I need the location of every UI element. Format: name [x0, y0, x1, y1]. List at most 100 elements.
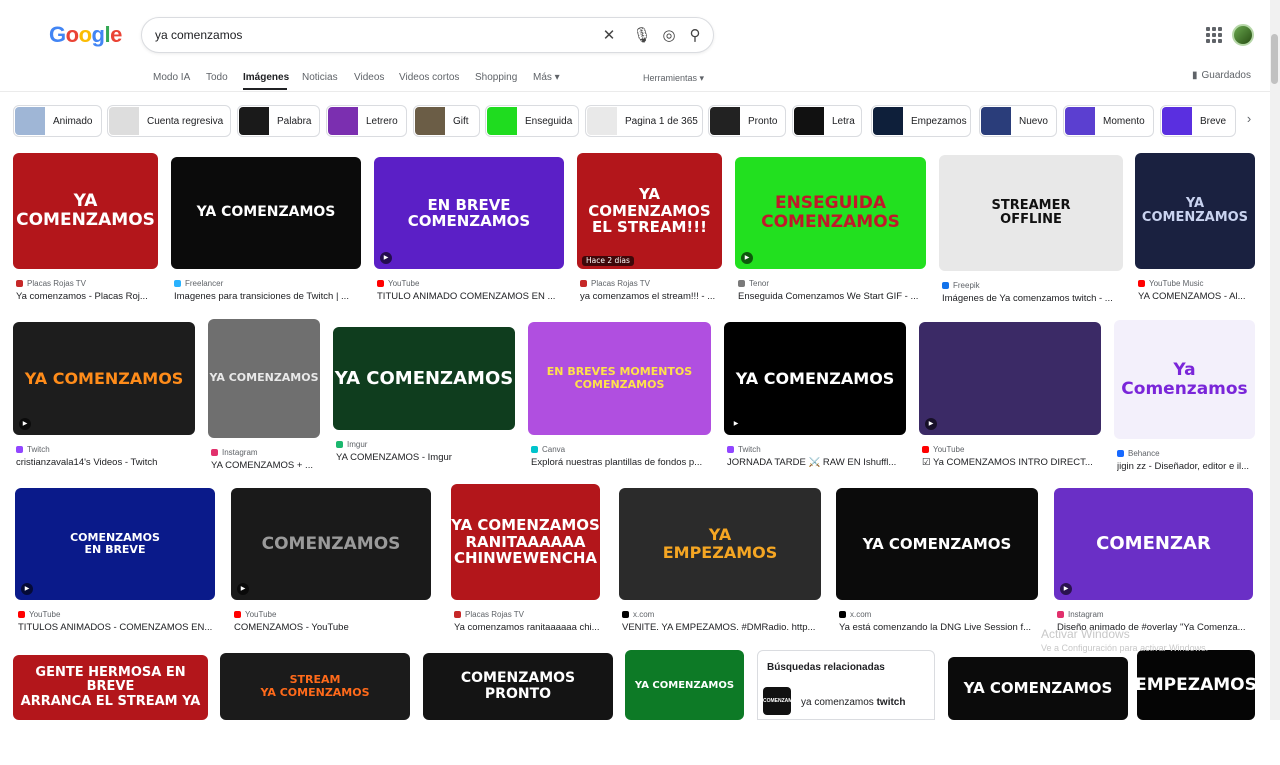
- result-source[interactable]: Instagram: [1057, 610, 1104, 619]
- filter-chip[interactable]: Pronto: [708, 105, 786, 137]
- result-source[interactable]: Placas Rojas TV: [580, 279, 650, 288]
- result-title[interactable]: YA COMENZAMOS - Al...: [1138, 291, 1268, 302]
- result-title[interactable]: cristianzavala14's Videos - Twitch: [16, 457, 208, 468]
- result-title[interactable]: Enseguida Comenzamos We Start GIF - ...: [738, 291, 939, 302]
- image-result[interactable]: YA COMENZAMOS ▶ Twitch cristianzavala14's V…: [13, 322, 195, 480]
- result-thumbnail[interactable]: YA COMENZAMOS: [208, 319, 320, 438]
- result-thumbnail[interactable]: YA COMENZAMOS EL STREAM!!! Hace 2 días: [577, 153, 722, 269]
- tab-noticias[interactable]: Noticias: [302, 72, 338, 83]
- result-thumbnail[interactable]: YA COMENZAMOS: [171, 157, 361, 269]
- related-query[interactable]: ya comenzamos twitch: [801, 697, 905, 708]
- result-title[interactable]: JORNADA TARDE ⚔️ RAW EN Ishuffl...: [727, 457, 919, 468]
- result-title[interactable]: YA COMENZAMOS - Imgur: [336, 452, 528, 463]
- result-thumbnail[interactable]: EN BREVES MOMENTOS COMENZAMOS: [528, 322, 711, 435]
- image-result[interactable]: COMENZAR ▶ Instagram Diseño animado de #ove…: [1054, 488, 1253, 645]
- image-result[interactable]: YA COMENZAMOS: [948, 657, 1128, 765]
- scrollbar[interactable]: [1270, 0, 1280, 720]
- filter-chip[interactable]: Cuenta regresiva: [107, 105, 231, 137]
- image-result[interactable]: EN BREVES MOMENTOS COMENZAMOS Canva Explor…: [528, 322, 711, 480]
- result-title[interactable]: jigin zz - Diseñador, editor e il...: [1117, 461, 1268, 472]
- result-title[interactable]: Ya comenzamos ranitaaaaaa chi...: [454, 622, 613, 633]
- result-thumbnail[interactable]: ENSEGUIDA COMENZAMOS ▶: [735, 157, 926, 269]
- filter-chip[interactable]: Nuevo: [979, 105, 1057, 137]
- google-logo[interactable]: Google: [49, 22, 122, 48]
- scrollbar-thumb[interactable]: [1271, 34, 1278, 84]
- result-source[interactable]: Instagram: [211, 448, 258, 457]
- result-title[interactable]: Imágenes de Ya comenzamos twitch - ...: [942, 293, 1136, 304]
- filter-chip[interactable]: Pagina 1 de 365: [585, 105, 703, 137]
- result-source[interactable]: Twitch: [16, 445, 50, 454]
- result-title[interactable]: COMENZAMOS - YouTube: [234, 622, 444, 633]
- image-result[interactable]: YA COMENZAMOS RANITAAAAAA CHINWEWENCHA Pl…: [451, 484, 600, 645]
- search-icon[interactable]: ⚲: [685, 26, 705, 46]
- mic-icon[interactable]: 🎙: [632, 26, 652, 46]
- result-thumbnail[interactable]: EN BREVE COMENZAMOS ▶: [374, 157, 564, 269]
- tab-modo-ia[interactable]: Modo IA: [153, 72, 190, 83]
- result-source[interactable]: YouTube: [922, 445, 964, 454]
- result-title[interactable]: TITULO ANIMADO COMENZAMOS EN ...: [377, 291, 577, 302]
- result-source[interactable]: YouTube: [377, 279, 419, 288]
- filter-chip[interactable]: Gift: [413, 105, 480, 137]
- image-result[interactable]: YA COMENZAMOS Placas Rojas TV Ya comenzamo…: [13, 153, 158, 314]
- tab-mas[interactable]: Más ▾: [533, 72, 560, 83]
- result-title[interactable]: Ya comenzamos - Placas Roj...: [16, 291, 171, 302]
- filter-chip[interactable]: Breve: [1160, 105, 1236, 137]
- result-title[interactable]: Explorá nuestras plantillas de fondos p.…: [531, 457, 724, 468]
- image-result[interactable]: COMENZAMOS EN BREVE ▶ YouTube TITULOS ANIMA…: [15, 488, 215, 645]
- image-result[interactable]: YA COMENZAMOS ▶ Twitch JORNADA TARDE ⚔️ RAW…: [724, 322, 906, 480]
- tools-menu[interactable]: Herramientas ▾: [643, 73, 704, 84]
- search-input[interactable]: ya comenzamos: [155, 28, 242, 42]
- image-result[interactable]: YA COMENZAMOS YouTube Music YA COMENZAMOS …: [1135, 153, 1255, 314]
- image-result[interactable]: YA COMENZAMOS Instagram YA COMENZAMOS + ..…: [208, 319, 320, 483]
- result-source[interactable]: Behance: [1117, 449, 1160, 458]
- saved-link[interactable]: ▮ Guardados: [1192, 70, 1251, 81]
- image-result[interactable]: ENSEGUIDA COMENZAMOS ▶ Tenor Enseguida Come…: [735, 157, 926, 314]
- result-source[interactable]: Freepik: [942, 281, 980, 290]
- result-thumbnail[interactable]: YA COMENZAMOS: [333, 327, 515, 430]
- result-thumbnail[interactable]: ▶: [919, 322, 1101, 435]
- result-thumbnail[interactable]: STREAMER OFFLINE: [939, 155, 1123, 271]
- image-result[interactable]: STREAMER OFFLINE Freepik Imágenes de Ya co…: [939, 155, 1123, 316]
- result-thumbnail[interactable]: YA COMENZAMOS: [625, 650, 744, 720]
- apps-grid-icon[interactable]: [1206, 27, 1222, 43]
- search-box[interactable]: ya comenzamos ✕ 🎙 ◎ ⚲: [141, 17, 714, 53]
- filter-chip[interactable]: Letrero: [326, 105, 407, 137]
- image-result[interactable]: STREAM YA COMENZAMOS: [220, 653, 410, 765]
- filter-chip[interactable]: Palabra: [237, 105, 320, 137]
- result-thumbnail[interactable]: YA COMENZAMOS: [13, 153, 158, 269]
- image-result[interactable]: GENTE HERMOSA EN BREVE ARRANCA EL STREAM…: [13, 655, 208, 765]
- result-source[interactable]: Freelancer: [174, 279, 223, 288]
- result-source[interactable]: Twitch: [727, 445, 761, 454]
- result-source[interactable]: Canva: [531, 445, 565, 454]
- image-result[interactable]: YA COMENZAMOS: [625, 650, 744, 765]
- result-source[interactable]: Imgur: [336, 440, 367, 449]
- result-title[interactable]: Ya está comenzando la DNG Live Session f…: [839, 622, 1051, 633]
- image-result[interactable]: YA COMENZAMOS Freelancer Imagenes para tra…: [171, 157, 361, 314]
- filter-chip[interactable]: Animado: [13, 105, 102, 137]
- result-title[interactable]: Imagenes para transiciones de Twitch | .…: [174, 291, 374, 302]
- image-result[interactable]: EMPEZAMOS: [1137, 650, 1255, 765]
- tab-videos[interactable]: Videos: [354, 72, 384, 83]
- related-thumb[interactable]: COMENZAMOS: [763, 687, 800, 715]
- image-result[interactable]: YA COMENZAMOS Imgur YA COMENZAMOS - Imgur: [333, 327, 515, 475]
- result-title[interactable]: TITULOS ANIMADOS - COMENZAMOS EN...: [18, 622, 228, 633]
- filter-chip[interactable]: Letra: [792, 105, 862, 137]
- result-thumbnail[interactable]: COMENZAMOS PRONTO: [423, 653, 613, 720]
- image-result[interactable]: YA COMENZAMOS x.com Ya está comenzando la …: [836, 488, 1038, 645]
- tab-videos-cortos[interactable]: Videos cortos: [399, 72, 459, 83]
- result-source[interactable]: YouTube Music: [1138, 279, 1204, 288]
- result-title[interactable]: ☑ Ya COMENZAMOS INTRO DIRECT...: [922, 457, 1114, 468]
- result-thumbnail[interactable]: COMENZAR ▶: [1054, 488, 1253, 600]
- image-result[interactable]: YA EMPEZAMOS x.com VENITE. YA EMPEZAMOS. #…: [619, 488, 821, 645]
- image-result[interactable]: Ya Comenzamos Behance jigin zz - Diseñador…: [1114, 320, 1255, 484]
- result-thumbnail[interactable]: YA COMENZAMOS ▶: [724, 322, 906, 435]
- result-source[interactable]: Tenor: [738, 279, 769, 288]
- result-source[interactable]: x.com: [622, 610, 654, 619]
- result-thumbnail[interactable]: YA COMENZAMOS: [836, 488, 1038, 600]
- image-result[interactable]: YA COMENZAMOS EL STREAM!!! Hace 2 días Pla…: [577, 153, 722, 314]
- result-thumbnail[interactable]: YA COMENZAMOS: [1135, 153, 1255, 269]
- image-result[interactable]: ▶ YouTube ☑ Ya COMENZAMOS INTRO DIRECT...: [919, 322, 1101, 480]
- result-thumbnail[interactable]: EMPEZAMOS: [1137, 650, 1255, 720]
- avatar[interactable]: [1232, 24, 1254, 46]
- result-thumbnail[interactable]: GENTE HERMOSA EN BREVE ARRANCA EL STREAM…: [13, 655, 208, 720]
